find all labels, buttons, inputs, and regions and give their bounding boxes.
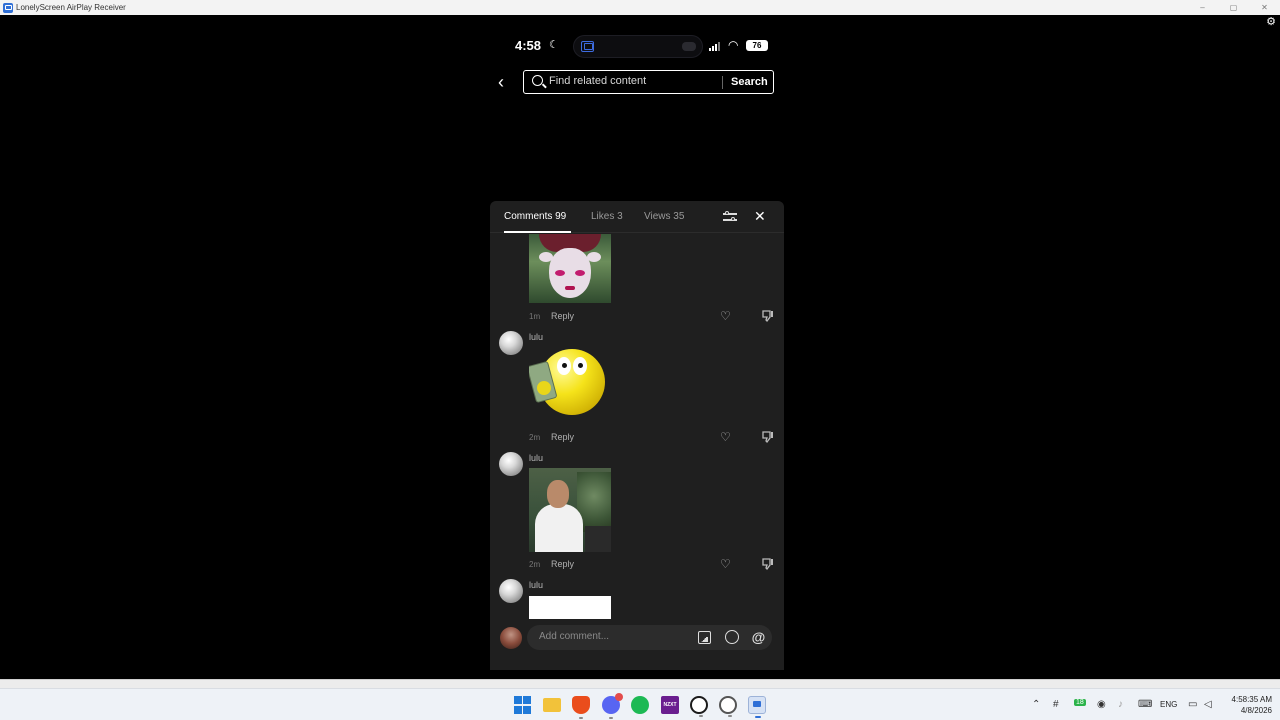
cellular-signal-icon — [709, 41, 720, 51]
volume-icon[interactable]: ◁ — [1204, 699, 1212, 710]
reply-button[interactable]: Reply — [551, 559, 574, 569]
comment-username[interactable]: lulu — [529, 580, 543, 590]
start-icon[interactable] — [514, 696, 532, 714]
comment-time: 1m — [529, 312, 541, 321]
mention-icon[interactable]: @ — [751, 630, 766, 645]
taskbar: NZXT ⌃ # 18 ◉ ♪ ⌨ ENG ▭ ◁ 4:58:35 AM 4/8… — [0, 688, 1280, 720]
brave-icon[interactable] — [572, 696, 590, 719]
active-tab-indicator — [504, 231, 571, 233]
maximize-button[interactable]: ▢ — [1218, 0, 1249, 15]
comments-panel: Comments 99 Likes 3 Views 35 ✕ 1m Reply … — [490, 201, 784, 670]
window-titlebar: LonelyScreen AirPlay Receiver – ▢ ✕ — [0, 0, 1280, 15]
nzxt-icon[interactable]: NZXT — [661, 696, 679, 714]
window-title: LonelyScreen AirPlay Receiver — [16, 3, 126, 12]
lonelyscreen-app-icon — [3, 2, 13, 13]
dislike-icon[interactable] — [761, 310, 775, 322]
comment-list[interactable]: 1m Reply ♡ lulu 2m Reply ♡ lulu 2m Reply… — [490, 234, 784, 619]
slack-icon[interactable]: # — [1053, 699, 1059, 710]
camera-indicator-icon — [682, 42, 696, 51]
search-input[interactable] — [549, 75, 719, 87]
clock-time: 4:58:35 AM — [1231, 695, 1272, 704]
horizontal-scrollbar[interactable] — [0, 679, 1280, 688]
microphone-icon[interactable]: ♪ — [1118, 699, 1123, 710]
comment-input[interactable] — [539, 631, 679, 642]
tab-views[interactable]: Views 35 — [644, 211, 684, 222]
comment-composer: @ — [490, 619, 784, 655]
system-clock[interactable]: 4:58:35 AM 4/8/2026 — [1222, 694, 1272, 716]
image-icon[interactable] — [698, 631, 711, 644]
dislike-icon[interactable] — [761, 431, 775, 443]
chevron-up-icon[interactable]: ⌃ — [1032, 699, 1040, 710]
panel-tabs: Comments 99 Likes 3 Views 35 ✕ — [490, 201, 784, 233]
phone-status-bar: 4:58 ☾ ◠ 76 — [506, 35, 776, 58]
back-button[interactable]: ‹ — [498, 73, 514, 91]
like-heart-icon[interactable]: ♡ — [720, 310, 734, 322]
tab-likes[interactable]: Likes 3 — [591, 211, 623, 222]
comment-time: 2m — [529, 433, 541, 442]
comment-image-sticker[interactable] — [529, 347, 611, 422]
discord-icon[interactable] — [602, 693, 623, 719]
comment-image-sticker[interactable] — [529, 596, 611, 619]
settings-gear-icon[interactable]: ⚙ — [1265, 16, 1277, 28]
moon-icon: ☾ — [549, 39, 559, 51]
language-indicator[interactable]: ENG — [1160, 700, 1177, 709]
search-bar[interactable]: Search — [523, 70, 774, 94]
lonelyscreen-icon[interactable] — [748, 696, 766, 718]
minimize-button[interactable]: – — [1187, 0, 1218, 15]
search-button[interactable]: Search — [731, 76, 768, 88]
spotify-icon[interactable] — [631, 696, 649, 714]
search-divider — [722, 76, 723, 89]
comment-image-sticker[interactable] — [529, 468, 611, 552]
discord-tray-icon[interactable]: ◉ — [1097, 699, 1106, 710]
reply-button[interactable]: Reply — [551, 311, 574, 321]
avatar[interactable] — [499, 452, 523, 476]
emoji-icon[interactable] — [725, 630, 739, 644]
my-avatar[interactable] — [500, 627, 522, 649]
like-heart-icon[interactable]: ♡ — [720, 558, 734, 570]
comment-time: 2m — [529, 560, 541, 569]
dynamic-island — [573, 35, 703, 58]
comment-image-sticker[interactable] — [529, 234, 611, 303]
status-time: 4:58 — [515, 38, 542, 53]
file-explorer-icon[interactable] — [543, 698, 561, 712]
comment-username[interactable]: lulu — [529, 332, 543, 342]
screen-mirroring-icon — [581, 41, 594, 52]
close-icon[interactable]: ✕ — [754, 209, 766, 223]
window-controls: – ▢ ✕ — [1187, 0, 1280, 15]
comment-username[interactable]: lulu — [529, 453, 543, 463]
reply-button[interactable]: Reply — [551, 432, 574, 442]
tab-comments[interactable]: Comments 99 — [504, 211, 566, 222]
avatar[interactable] — [499, 331, 523, 355]
like-heart-icon[interactable]: ♡ — [720, 431, 734, 443]
comment-field[interactable]: @ — [527, 625, 772, 650]
search-icon — [532, 75, 543, 86]
display-icon[interactable]: ▭ — [1188, 699, 1197, 710]
battery-icon: 76 — [746, 40, 768, 51]
obs-icon[interactable] — [719, 696, 737, 717]
wifi-icon: ◠ — [728, 38, 739, 52]
avatar[interactable] — [499, 579, 523, 603]
keyboard-icon[interactable]: ⌨ — [1138, 699, 1152, 710]
clock-date: 4/8/2026 — [1240, 706, 1272, 715]
steam-icon[interactable] — [690, 696, 708, 717]
dislike-icon[interactable] — [761, 558, 775, 570]
filter-icon[interactable] — [723, 210, 737, 224]
close-window-button[interactable]: ✕ — [1249, 0, 1280, 15]
tray-badge[interactable]: 18 — [1074, 699, 1086, 706]
